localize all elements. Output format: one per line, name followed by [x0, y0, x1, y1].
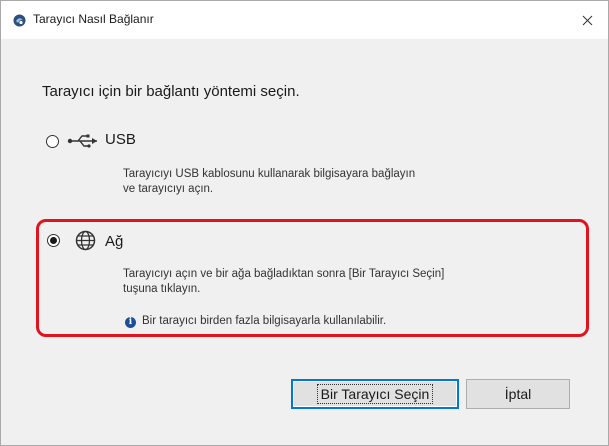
network-radio[interactable] [47, 234, 60, 247]
close-icon [582, 15, 592, 25]
dialog-window: Tarayıcı Nasıl Bağlanır Tarayıcı için bi… [0, 0, 609, 446]
cancel-button-label: İptal [504, 386, 532, 402]
network-option-label[interactable]: Ağ [105, 233, 123, 250]
title-bar: Tarayıcı Nasıl Bağlanır [1, 1, 608, 39]
usb-option-label[interactable]: USB [105, 131, 136, 148]
window-title: Tarayıcı Nasıl Bağlanır [33, 12, 154, 26]
app-icon [13, 14, 26, 27]
usb-option-description: Tarayıcıyı USB kablosunu kullanarak bilg… [123, 167, 573, 197]
network-note: Bir tarayıcı birden fazla bilgisayarla k… [142, 315, 387, 327]
cancel-button[interactable]: İptal [466, 379, 570, 409]
network-description-line-2: tuşuna tıklayın. [123, 283, 201, 295]
network-description-line-1: Tarayıcıyı açın ve bir ağa bağladıktan s… [123, 268, 445, 280]
usb-description-line-1: Tarayıcıyı USB kablosunu kullanarak bilg… [123, 168, 416, 180]
usb-description-line-2: ve tarayıcıyı açın. [123, 183, 214, 195]
instruction-text: Tarayıcı için bir bağlantı yöntemi seçin… [42, 83, 300, 100]
network-option-description: Tarayıcıyı açın ve bir ağa bağladıktan s… [123, 267, 573, 297]
select-scanner-button[interactable]: Bir Tarayıcı Seçin [291, 379, 459, 409]
usb-icon [67, 134, 97, 148]
close-button[interactable] [566, 1, 608, 39]
info-icon: i [125, 317, 136, 328]
usb-radio[interactable] [46, 135, 59, 148]
globe-icon [75, 230, 96, 251]
select-scanner-button-label: Bir Tarayıcı Seçin [316, 384, 434, 404]
